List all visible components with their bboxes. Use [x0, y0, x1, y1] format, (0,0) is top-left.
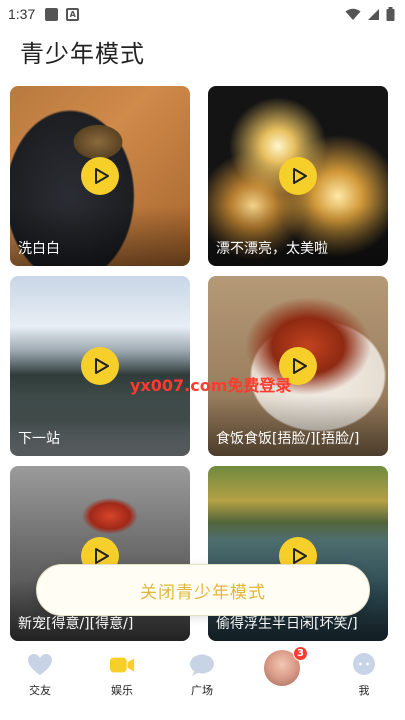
status-bar: 1:37 A	[0, 0, 405, 28]
video-caption: 食饭食饭[捂脸/][捂脸/]	[216, 431, 360, 447]
page-title: 青少年模式	[20, 40, 145, 68]
tab-friends[interactable]: 交友	[10, 652, 70, 698]
bottom-tab-bar: 交友 娱乐 广场 3 我	[0, 644, 405, 720]
video-caption: 新宠[得意/][得意/]	[18, 616, 134, 632]
play-icon[interactable]	[81, 347, 119, 385]
video-card[interactable]: 洗白白	[10, 86, 190, 266]
tab-label: 我	[358, 684, 370, 697]
app-notification-icon: A	[66, 7, 80, 21]
video-card[interactable]: 漂不漂亮，太美啦	[208, 86, 388, 266]
close-teen-mode-button[interactable]: 关闭青少年模式	[36, 564, 370, 616]
chat-bubble-icon	[189, 652, 215, 678]
video-caption: 洗白白	[18, 241, 60, 257]
heart-icon	[27, 652, 53, 678]
battery-icon	[386, 7, 395, 21]
notification-icon	[45, 7, 59, 21]
wifi-icon	[345, 8, 361, 20]
tab-square[interactable]: 广场	[172, 652, 232, 698]
tab-label: 广场	[191, 684, 213, 697]
play-icon[interactable]	[279, 157, 317, 195]
watermark-text: yx007.com免费登录	[130, 376, 292, 395]
video-caption: 漂不漂亮，太美啦	[216, 241, 328, 257]
tab-avatar[interactable]: 3	[252, 646, 312, 688]
avatar: 3	[262, 646, 308, 688]
tab-entertainment[interactable]: 娱乐	[92, 652, 152, 698]
tab-label: 娱乐	[111, 684, 133, 697]
video-caption: 偷得浮生半日闲[坏笑/]	[216, 616, 358, 632]
video-caption: 下一站	[18, 431, 60, 447]
video-card[interactable]: 下一站	[10, 276, 190, 456]
tab-label: 交友	[29, 684, 51, 697]
video-card[interactable]: 食饭食饭[捂脸/][捂脸/]	[208, 276, 388, 456]
video-camera-icon	[109, 652, 135, 678]
signal-icon	[368, 8, 379, 20]
notification-badge: 3	[293, 646, 308, 661]
status-time: 1:37	[8, 6, 36, 22]
play-icon[interactable]	[81, 157, 119, 195]
user-icon	[351, 652, 377, 678]
tab-me[interactable]: 我	[334, 652, 394, 698]
